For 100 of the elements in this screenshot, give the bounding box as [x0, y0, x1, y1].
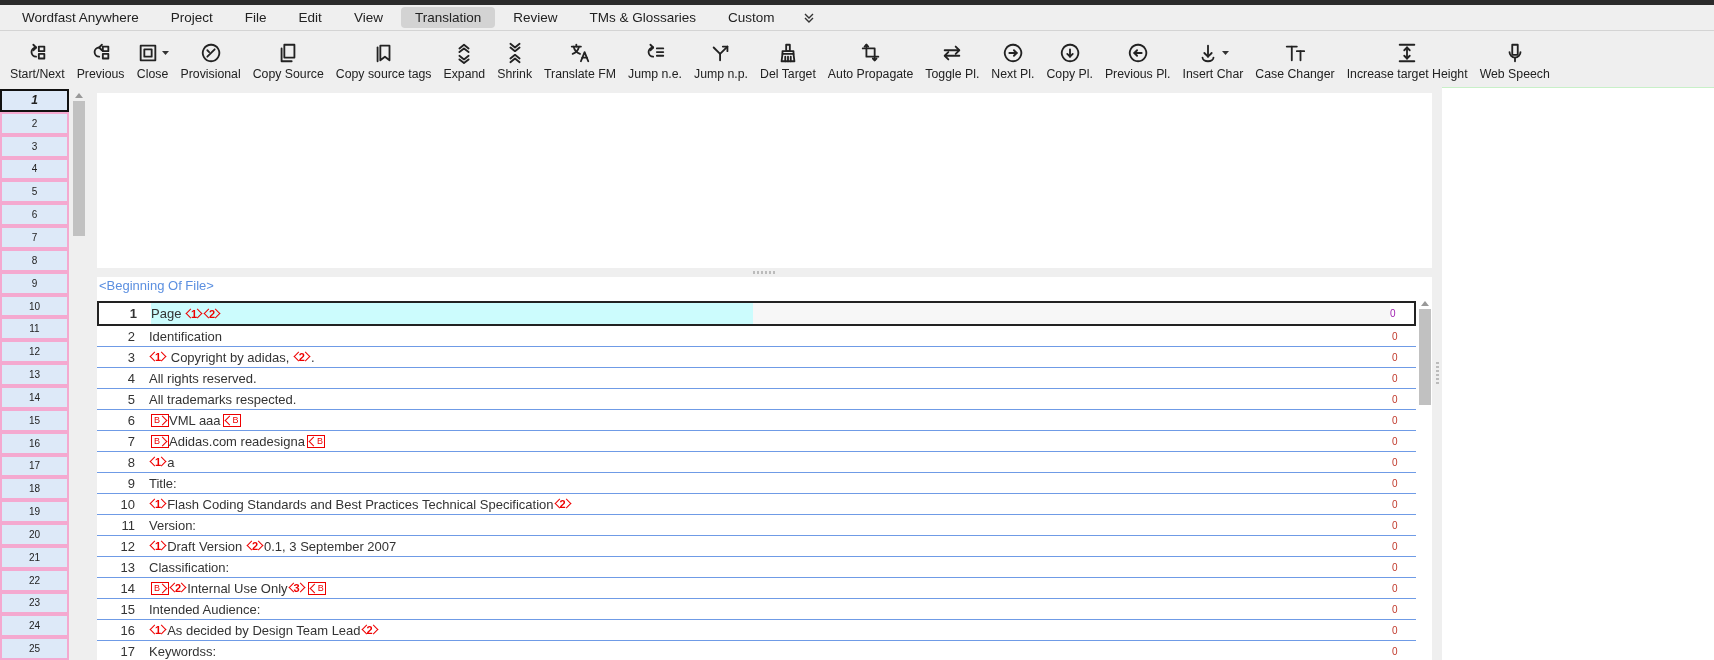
segment-navigator-item[interactable]: 23: [0, 591, 69, 615]
inline-tag[interactable]: 2: [360, 624, 379, 636]
source-text: All rights reserved.: [149, 370, 257, 386]
segment-row[interactable]: 4 All rights reserved. 0: [97, 368, 1416, 389]
segment-navigator-item[interactable]: 20: [0, 523, 69, 546]
segment-navigator-item[interactable]: 2: [0, 111, 69, 135]
segment-navigator-item[interactable]: 7: [0, 226, 69, 249]
segment-navigator-item[interactable]: 18: [0, 477, 69, 501]
segment-navigator-item[interactable]: 10: [0, 294, 69, 318]
inline-tag[interactable]: 3: [287, 582, 306, 594]
segment-row[interactable]: 2 Identification 0: [97, 326, 1416, 347]
menu-item[interactable]: TMs & Glossaries: [575, 7, 710, 28]
segment-navigator-item[interactable]: 5: [0, 180, 69, 204]
segment-navigator-item[interactable]: 3: [0, 134, 69, 158]
segment-navigator-item[interactable]: 4: [0, 157, 69, 181]
segment-navigator-item[interactable]: 12: [0, 340, 69, 364]
menu-item[interactable]: File: [230, 7, 281, 28]
segment-row[interactable]: 9 Title: 0: [97, 473, 1416, 494]
inline-tag[interactable]: 2: [292, 351, 311, 363]
menu-item[interactable]: Translation: [400, 7, 496, 28]
toolbar-button[interactable]: Translate FM: [540, 42, 621, 81]
menu-item[interactable]: Wordfast Anywhere: [8, 7, 153, 28]
segment-row[interactable]: 14 B 2 Internal Use Only 3 B 0: [97, 578, 1416, 599]
segment-row[interactable]: 7 B Adidas.com readesigna B 0: [97, 431, 1416, 452]
segment-row[interactable]: 15 Intended Audience: 0: [97, 599, 1416, 620]
segment-navigator-item[interactable]: 16: [0, 431, 69, 455]
segment-row[interactable]: 8 1 a 0: [97, 452, 1416, 473]
segment-navigator-item[interactable]: 13: [0, 363, 69, 386]
inline-tag[interactable]: 1: [149, 351, 168, 363]
inline-tag[interactable]: B: [306, 434, 325, 448]
toolbar-button[interactable]: Toggle Pl.: [921, 42, 984, 81]
inline-tag[interactable]: 2: [553, 498, 572, 510]
scrollbar-thumb[interactable]: [1419, 309, 1431, 405]
segment-row[interactable]: 3 1 Copyright by adidas, 2 . 0: [97, 347, 1416, 368]
inline-tag[interactable]: B: [151, 413, 169, 427]
menu-item[interactable]: Project: [156, 7, 227, 28]
segment-row[interactable]: 17 Keywordss: 0: [97, 641, 1416, 660]
segment-navigator-item[interactable]: 14: [0, 385, 69, 409]
segment-navigator-item[interactable]: 9: [0, 271, 69, 295]
segment-navigator-item[interactable]: 21: [0, 545, 69, 569]
toolbar-button[interactable]: Close: [132, 42, 173, 81]
segment-row[interactable]: 12 1 Draft Version 2 0.1, 3 September 2007 0: [97, 536, 1416, 557]
segment-row[interactable]: 13 Classification: 0: [97, 557, 1416, 578]
toolbar-button[interactable]: Increase target Height: [1342, 42, 1472, 81]
inline-tag[interactable]: 1: [149, 624, 168, 636]
segment-navigator-item[interactable]: 22: [0, 568, 69, 592]
segment-navigator-item[interactable]: 24: [0, 614, 69, 638]
toolbar-button[interactable]: Provisional: [176, 42, 245, 81]
toolbar-button[interactable]: Copy Source: [248, 42, 328, 81]
double-chevron-icon[interactable]: [802, 11, 815, 24]
toolbar-button[interactable]: Expand: [439, 42, 490, 81]
toolbar-button[interactable]: Next Pl.: [987, 42, 1039, 81]
segment-navigator-item[interactable]: 8: [0, 248, 69, 272]
segment-navigator-item[interactable]: 17: [0, 454, 69, 478]
splitter-handle[interactable]: [752, 270, 777, 274]
menu-item[interactable]: Edit: [284, 7, 336, 28]
scroll-up-icon[interactable]: [75, 93, 83, 98]
toolbar-button[interactable]: Start/Next: [6, 42, 69, 81]
segment-row[interactable]: 5 All trademarks respected. 0: [97, 389, 1416, 410]
segment-row[interactable]: 6 B VML aaa B 0: [97, 410, 1416, 431]
segment-row[interactable]: 1 Page 1 2 0: [97, 301, 1416, 326]
toolbar-button[interactable]: Del Target: [756, 42, 820, 81]
inline-tag[interactable]: B: [151, 434, 169, 448]
toolbar-button[interactable]: Previous: [72, 42, 129, 81]
toolbar-button[interactable]: Case Changer: [1251, 42, 1339, 81]
segment-navigator-item[interactable]: 1: [0, 89, 69, 112]
inline-tag[interactable]: 1: [149, 540, 168, 552]
segment-navigator-item[interactable]: 11: [0, 317, 69, 341]
inline-tag[interactable]: 2: [169, 582, 188, 594]
inline-tag[interactable]: 1: [149, 456, 168, 468]
menu-item[interactable]: View: [339, 7, 397, 28]
inline-tag[interactable]: B: [151, 581, 169, 595]
toolbar-button[interactable]: Web Speech: [1475, 42, 1554, 81]
inline-tag[interactable]: B: [222, 413, 241, 427]
segment-row[interactable]: 11 Version: 0: [97, 515, 1416, 536]
toolbar-button[interactable]: Copy source tags: [331, 42, 436, 81]
inline-tag[interactable]: B: [307, 581, 326, 595]
toolbar-button[interactable]: Jump n.p.: [690, 42, 753, 81]
segment-navigator-item[interactable]: 15: [0, 408, 69, 432]
inline-tag[interactable]: 2: [245, 540, 264, 552]
splitter-handle[interactable]: [1435, 361, 1439, 386]
toolbar-button[interactable]: Previous Pl.: [1100, 42, 1175, 81]
scrollbar-thumb[interactable]: [73, 101, 85, 236]
segment-navigator-item[interactable]: 6: [0, 203, 69, 227]
segment-row[interactable]: 10 1 Flash Coding Standards and Best Practices Technical Specification 2 0: [97, 494, 1416, 515]
inline-tag[interactable]: 1: [185, 307, 204, 320]
segment-number: 1: [128, 306, 138, 321]
inline-tag[interactable]: 1: [149, 498, 168, 510]
toolbar-button[interactable]: Jump n.e.: [624, 42, 687, 81]
toolbar-button[interactable]: Insert Char: [1178, 42, 1248, 81]
toolbar-button[interactable]: Shrink: [493, 42, 537, 81]
menu-item[interactable]: Review: [499, 7, 572, 28]
menu-item[interactable]: Custom: [714, 7, 789, 28]
segment-navigator-item[interactable]: 25: [0, 637, 69, 660]
inline-tag[interactable]: 2: [203, 307, 222, 320]
segment-row[interactable]: 16 1 As decided by Design Team Lead 2 0: [97, 620, 1416, 641]
segment-navigator-item[interactable]: 19: [0, 500, 69, 524]
scroll-up-icon[interactable]: [1421, 301, 1429, 306]
toolbar-button[interactable]: Auto Propagate: [823, 42, 918, 81]
toolbar-button[interactable]: Copy Pl.: [1042, 42, 1097, 81]
